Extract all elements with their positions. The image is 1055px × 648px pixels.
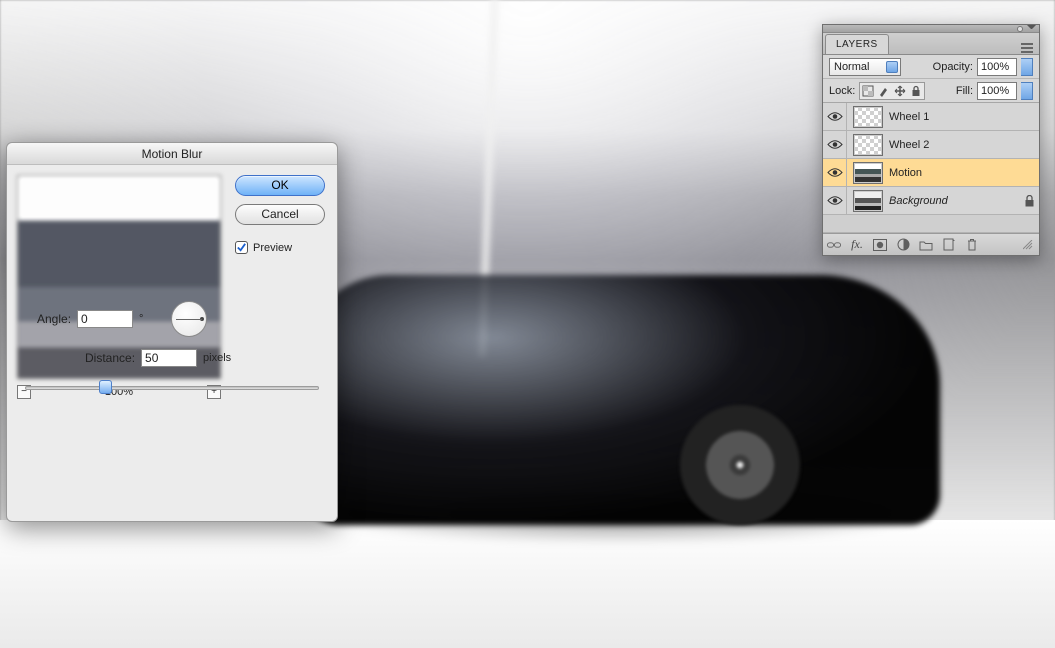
panel-resize-icon[interactable]	[1021, 238, 1035, 252]
dialog-title: Motion Blur	[7, 143, 337, 165]
motion-blur-dialog: Motion Blur − 100% + OK Cancel Preview A…	[6, 142, 338, 522]
layer-thumbnail[interactable]	[853, 190, 883, 212]
panel-dragbar[interactable]	[823, 25, 1039, 33]
distance-label: Distance:	[85, 351, 135, 365]
ok-button[interactable]: OK	[235, 175, 325, 196]
distance-unit: pixels	[203, 352, 231, 364]
layer-row[interactable]: Background	[823, 187, 1039, 215]
panel-collapse-arrow-icon[interactable]	[1027, 25, 1036, 32]
lock-label: Lock:	[829, 85, 855, 97]
opacity-label: Opacity:	[933, 61, 973, 73]
lock-all-icon[interactable]	[909, 84, 923, 98]
layer-row[interactable]: Motion	[823, 159, 1039, 187]
layers-empty-area[interactable]	[823, 215, 1039, 233]
visibility-toggle-icon[interactable]	[823, 131, 847, 159]
layer-thumbnail[interactable]	[853, 162, 883, 184]
layer-lock-icon	[1019, 195, 1039, 207]
lock-pixels-icon[interactable]	[877, 84, 891, 98]
layer-name[interactable]: Wheel 2	[889, 139, 1019, 151]
layer-name[interactable]: Wheel 1	[889, 111, 1019, 123]
car-wheel	[680, 405, 800, 525]
select-arrow-icon	[886, 61, 898, 73]
blend-mode-select[interactable]: Normal	[829, 58, 901, 76]
angle-label: Angle:	[37, 312, 71, 326]
layer-row[interactable]: Wheel 1	[823, 103, 1039, 131]
car-image	[300, 275, 940, 525]
visibility-toggle-icon[interactable]	[823, 159, 847, 187]
layer-name[interactable]: Motion	[889, 167, 1019, 179]
tab-layers[interactable]: LAYERS	[825, 34, 889, 54]
distance-input[interactable]	[141, 349, 197, 367]
layer-style-icon[interactable]: fx.	[850, 238, 864, 252]
layer-name[interactable]: Background	[889, 195, 1019, 207]
preview-checkbox-label: Preview	[253, 242, 292, 254]
distance-slider[interactable]	[25, 379, 319, 395]
panel-menu-icon[interactable]	[1019, 42, 1035, 54]
layer-row[interactable]: Wheel 2	[823, 131, 1039, 159]
layer-mask-icon[interactable]	[873, 238, 887, 252]
fill-label: Fill:	[956, 85, 973, 97]
opacity-input[interactable]	[977, 58, 1017, 76]
delete-layer-icon[interactable]	[965, 238, 979, 252]
layer-thumbnail[interactable]	[853, 134, 883, 156]
preview-checkbox[interactable]	[235, 241, 248, 254]
visibility-toggle-icon[interactable]	[823, 187, 847, 215]
layers-list: Wheel 1 Wheel 2 Motion Background	[823, 103, 1039, 215]
lock-transparent-icon[interactable]	[861, 84, 875, 98]
new-layer-icon[interactable]	[942, 238, 956, 252]
distance-slider-thumb[interactable]	[99, 380, 112, 394]
layers-panel: LAYERS Normal Opacity: Lock: Fill: Wheel…	[822, 24, 1040, 256]
collapse-icon[interactable]	[1017, 26, 1023, 32]
blend-mode-value: Normal	[834, 61, 869, 73]
angle-input[interactable]	[77, 310, 133, 328]
link-layers-icon[interactable]	[827, 238, 841, 252]
lock-position-icon[interactable]	[893, 84, 907, 98]
layer-thumbnail[interactable]	[853, 106, 883, 128]
new-group-icon[interactable]	[919, 238, 933, 252]
angle-unit: °	[139, 313, 143, 325]
adjustment-layer-icon[interactable]	[896, 238, 910, 252]
cancel-button[interactable]: Cancel	[235, 204, 325, 225]
fill-input[interactable]	[977, 82, 1017, 100]
fill-flyout-button[interactable]	[1021, 82, 1033, 100]
angle-dial[interactable]	[171, 301, 207, 337]
visibility-toggle-icon[interactable]	[823, 103, 847, 131]
opacity-flyout-button[interactable]	[1021, 58, 1033, 76]
